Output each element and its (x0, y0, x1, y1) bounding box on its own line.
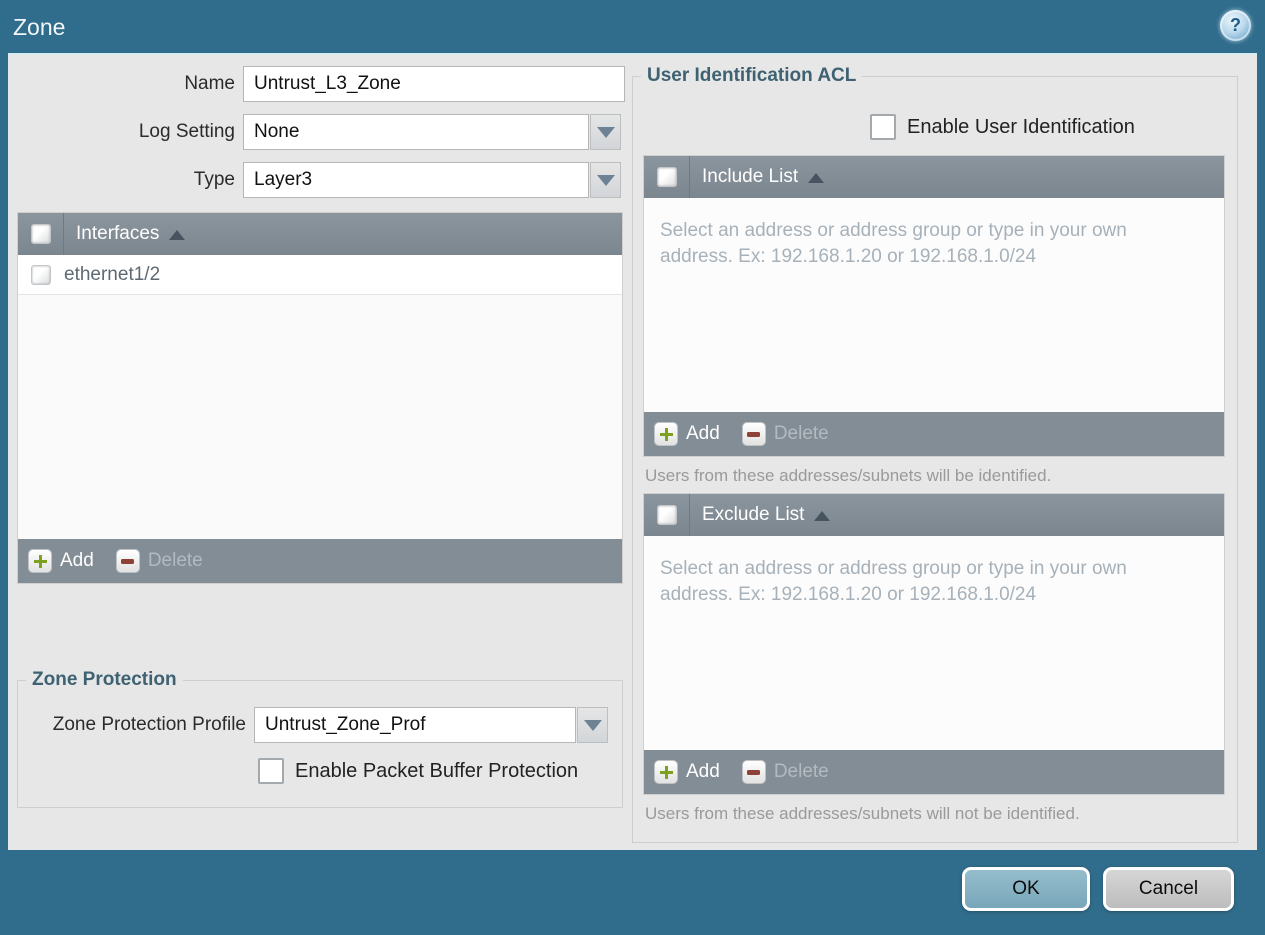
type-dropdown-button[interactable] (590, 162, 621, 198)
include-list-footer: Add Delete (644, 412, 1224, 456)
user-identification-acl-section: User Identification ACL Enable User Iden… (632, 65, 1238, 843)
exclude-list-table: Exclude List Select an address or addres… (643, 493, 1225, 795)
interfaces-select-all-checkbox[interactable] (30, 224, 51, 244)
interfaces-table-header: Interfaces (18, 213, 622, 255)
exclude-list-header-label[interactable]: Exclude List (702, 504, 804, 526)
type-label: Type (193, 169, 235, 190)
sort-ascending-icon[interactable] (814, 511, 831, 521)
chevron-down-icon (596, 174, 615, 186)
include-list-add-button[interactable]: Add (654, 422, 720, 446)
include-list-select-all-checkbox[interactable] (656, 167, 677, 187)
add-button-label: Add (686, 423, 720, 444)
exclude-list-placeholder: Select an address or address group or ty… (660, 558, 1127, 605)
name-row: Name (17, 66, 625, 102)
select-all-cell (644, 156, 690, 198)
exclude-list-footer: Add Delete (644, 750, 1224, 794)
chevron-down-icon (596, 126, 615, 138)
delete-minus-icon (741, 422, 766, 446)
interfaces-add-button[interactable]: Add (28, 549, 94, 573)
zone-protection-profile-combo (254, 707, 608, 743)
include-list-header: Include List (644, 156, 1224, 198)
cancel-button[interactable]: Cancel (1103, 867, 1234, 911)
interfaces-header-label[interactable]: Interfaces (76, 223, 159, 245)
exclude-list-delete-button[interactable]: Delete (741, 760, 829, 784)
interfaces-table: Interfaces ethernet1/2 Add Delete (17, 212, 623, 584)
include-list-table: Include List Select an address or addres… (643, 155, 1225, 457)
include-list-delete-button[interactable]: Delete (741, 422, 829, 446)
exclude-list-body[interactable]: Select an address or address group or ty… (644, 536, 1224, 750)
include-list-header-label[interactable]: Include List (702, 166, 798, 188)
include-list-body[interactable]: Select an address or address group or ty… (644, 198, 1224, 412)
delete-button-label: Delete (773, 761, 829, 782)
help-icon[interactable]: ? (1220, 10, 1251, 41)
table-row[interactable]: ethernet1/2 (18, 255, 622, 295)
include-list-placeholder: Select an address or address group or ty… (660, 220, 1127, 267)
row-checkbox[interactable] (31, 264, 51, 285)
zone-protection-profile-input[interactable] (254, 707, 576, 743)
log-setting-combo (243, 114, 621, 150)
add-plus-icon (654, 760, 678, 784)
log-setting-row: Log Setting (17, 114, 625, 150)
add-plus-icon (28, 549, 52, 573)
packet-buffer-protection-row: Enable Packet Buffer Protection (258, 758, 622, 784)
add-button-label: Add (686, 761, 720, 782)
enable-user-identification-checkbox[interactable] (870, 114, 896, 140)
dialog-title: Zone (13, 14, 66, 40)
interfaces-table-footer: Add Delete (18, 539, 622, 583)
exclude-list-select-all-checkbox[interactable] (656, 505, 677, 525)
include-list-caption: Users from these addresses/subnets will … (645, 466, 1052, 485)
interfaces-delete-button[interactable]: Delete (115, 549, 203, 573)
row-checkbox-cell (18, 255, 64, 294)
ok-button[interactable]: OK (962, 867, 1090, 911)
exclude-list-add-button[interactable]: Add (654, 760, 720, 784)
packet-buffer-protection-label: Enable Packet Buffer Protection (295, 759, 579, 782)
type-row: Type (17, 162, 625, 198)
name-label: Name (184, 73, 235, 94)
select-all-cell (644, 494, 690, 536)
zone-protection-profile-dropdown-button[interactable] (577, 707, 608, 743)
delete-button-label: Delete (773, 423, 829, 444)
delete-minus-icon (741, 760, 766, 784)
dialog-title-bar: Zone ? (0, 0, 1265, 53)
exclude-list-caption: Users from these addresses/subnets will … (645, 804, 1080, 823)
select-all-cell (18, 213, 64, 255)
add-button-label: Add (60, 550, 94, 571)
chevron-down-icon (583, 719, 602, 731)
zone-protection-section: Zone Protection Zone Protection Profile … (17, 669, 623, 808)
zone-protection-legend: Zone Protection (32, 669, 177, 690)
enable-user-identification-label: Enable User Identification (907, 115, 1135, 138)
delete-minus-icon (115, 549, 140, 573)
sort-ascending-icon[interactable] (169, 230, 186, 240)
zone-protection-profile-row: Zone Protection Profile (18, 707, 622, 743)
enable-user-identification-row: Enable User Identification (870, 114, 1237, 140)
type-input[interactable] (243, 162, 589, 198)
name-input[interactable] (243, 66, 625, 102)
sort-ascending-icon[interactable] (808, 173, 825, 183)
log-setting-input[interactable] (243, 114, 589, 150)
packet-buffer-protection-checkbox[interactable] (258, 758, 284, 784)
log-setting-dropdown-button[interactable] (590, 114, 621, 150)
log-setting-label: Log Setting (138, 121, 235, 142)
zone-protection-profile-label: Zone Protection Profile (52, 714, 246, 735)
exclude-list-header: Exclude List (644, 494, 1224, 536)
type-combo (243, 162, 621, 198)
user-identification-acl-legend: User Identification ACL (647, 65, 857, 86)
left-column: Name Log Setting Type (8, 55, 625, 808)
interface-name: ethernet1/2 (64, 263, 161, 285)
add-plus-icon (654, 422, 678, 446)
interfaces-table-body: ethernet1/2 (18, 255, 622, 539)
zone-dialog-body: Name Log Setting Type (8, 53, 1257, 850)
delete-button-label: Delete (147, 550, 203, 571)
